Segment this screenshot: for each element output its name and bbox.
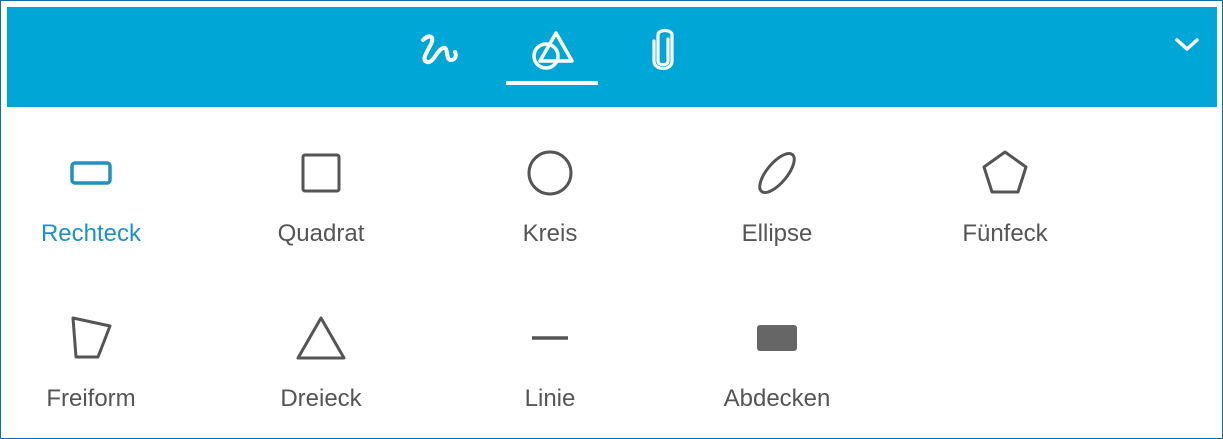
tool-label: Quadrat	[277, 220, 365, 247]
shape-toolbar-panel: Rechteck Quadrat Kreis Ellipse Fünfeck F…	[0, 0, 1223, 439]
shape-tool-grid: Rechteck Quadrat Kreis Ellipse Fünfeck F…	[7, 107, 1217, 432]
tool-circle[interactable]: Kreis	[440, 107, 660, 247]
tab-shapes[interactable]	[506, 7, 598, 107]
tool-line[interactable]: Linie	[440, 272, 660, 412]
triangle-icon	[296, 316, 346, 360]
tool-triangle[interactable]: Dreieck	[211, 272, 431, 412]
collapse-button[interactable]	[1167, 25, 1207, 65]
freeform-icon	[71, 316, 112, 359]
ellipse-icon	[758, 152, 796, 194]
tab-attach[interactable]	[631, 7, 695, 107]
tool-label: Linie	[524, 385, 576, 412]
tool-label: Fünfeck	[962, 220, 1048, 247]
line-icon	[532, 336, 568, 340]
scribble-icon	[421, 34, 458, 65]
selected-tab-indicator	[506, 81, 598, 85]
paperclip-icon	[652, 28, 674, 71]
tool-rectangle[interactable]: Rechteck	[1, 107, 201, 247]
tool-label: Ellipse	[741, 220, 813, 247]
tool-label: Abdecken	[723, 385, 831, 412]
rectangle-icon	[70, 161, 112, 185]
tool-label: Dreieck	[280, 385, 362, 412]
tool-label: Freiform	[46, 385, 136, 412]
circle-icon	[527, 150, 573, 196]
toolbar-header	[7, 7, 1217, 107]
tab-freehand[interactable]	[405, 7, 473, 107]
tool-square[interactable]: Quadrat	[211, 107, 431, 247]
tool-cover[interactable]: Abdecken	[667, 272, 887, 412]
cover-icon	[757, 325, 797, 351]
tool-label: Kreis	[522, 220, 578, 247]
tool-ellipse[interactable]: Ellipse	[667, 107, 887, 247]
tool-pentagon[interactable]: Fünfeck	[895, 107, 1115, 247]
tool-freeform[interactable]: Freiform	[1, 272, 201, 412]
pentagon-icon	[982, 150, 1028, 194]
square-icon	[301, 153, 341, 193]
tool-label: Rechteck	[40, 220, 142, 247]
chevron-down-icon	[1175, 38, 1199, 51]
shapes-icon	[532, 31, 574, 70]
